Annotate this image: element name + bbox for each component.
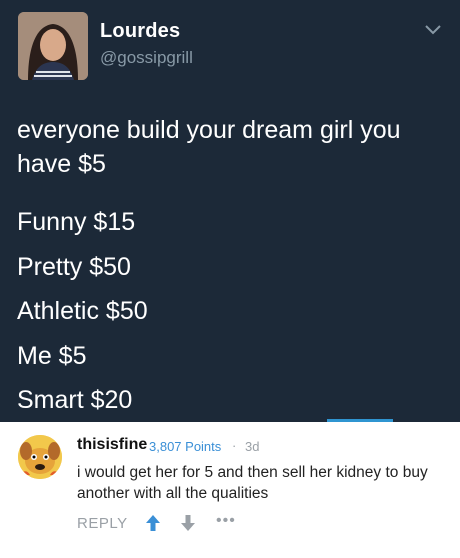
comment-points: 3,807 Points	[149, 439, 222, 454]
tweet-card: Lourdes @gossipgrill everyone build your…	[0, 0, 460, 422]
more-options-button[interactable]: •••	[216, 512, 236, 530]
tweet-author-name[interactable]: Lourdes	[100, 20, 180, 43]
chevron-down-icon[interactable]	[424, 24, 442, 36]
upvote-icon[interactable]	[145, 514, 161, 532]
tweet-text: everyone build your dream girl you have …	[17, 116, 401, 178]
price-item: Athletic $50	[17, 297, 148, 325]
comment-time: 3d	[245, 439, 260, 454]
price-item: Funny $15	[17, 208, 136, 236]
comment-text: i would get her for 5 and then sell her …	[77, 464, 428, 502]
comment-separator: ·	[232, 438, 237, 453]
commenter-avatar[interactable]	[18, 435, 62, 479]
tweet-avatar[interactable]	[18, 12, 88, 80]
avatar-photo-icon	[18, 12, 88, 80]
price-item: Pretty $50	[17, 252, 131, 281]
tweet-author-handle[interactable]: @gossipgrill	[100, 48, 193, 68]
tweet-accent-line	[327, 419, 393, 422]
price-item: Me $5	[17, 341, 87, 370]
price-list: Funny $15 Pretty $50 Athletic $50 Me $5 …	[17, 200, 148, 422]
reply-button[interactable]: REPLY	[77, 515, 128, 532]
comment-username[interactable]: thisisfine	[77, 436, 147, 454]
dog-avatar-icon	[18, 435, 62, 479]
downvote-icon[interactable]	[180, 514, 196, 532]
price-item: Smart $20	[17, 386, 133, 414]
